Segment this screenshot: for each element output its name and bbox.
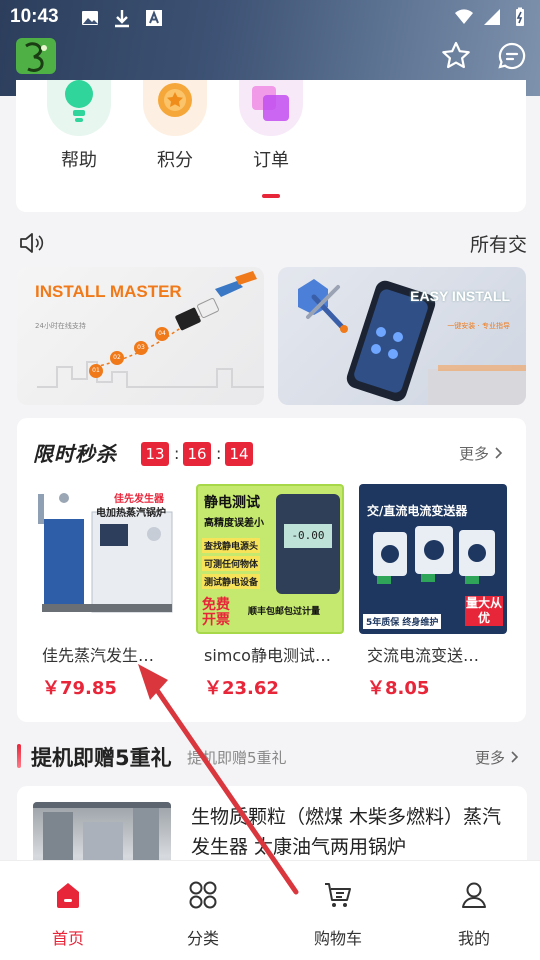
product-price: ￥23.62: [204, 678, 279, 699]
product-image-text: 测试静电设备: [202, 574, 261, 589]
product-price: ￥79.85: [42, 678, 117, 699]
timer-minutes: 16: [183, 442, 211, 466]
step-marker: 04: [155, 327, 169, 341]
product-image: 佳先发生器 电加热蒸汽锅炉: [34, 484, 182, 634]
banner-title: EASY INSTALL: [410, 288, 510, 304]
logo-mark-icon: [25, 42, 47, 72]
product-image-text: 顺丰包邮包过计量: [248, 607, 321, 617]
notice-text: 所有交: [470, 234, 528, 256]
nav-item-category[interactable]: 分类: [163, 879, 243, 949]
quick-link-label: 积分: [157, 150, 193, 171]
nav-item-cart[interactable]: 购物车: [298, 879, 378, 949]
more-label: 更多: [475, 749, 506, 767]
nav-item-home[interactable]: 首页: [28, 879, 108, 949]
download-icon: [115, 10, 129, 28]
app-logo[interactable]: [16, 38, 56, 74]
product-image: 静电测试 高精度误差小 -0.00 查找静电源头 可测任何物体 测试静电设备 免…: [196, 484, 344, 634]
flash-sale-title: 限时秒杀: [33, 442, 117, 466]
section-accent-bar: [17, 744, 21, 768]
product-image-text: 交/直流电流变送器: [367, 504, 468, 518]
timer-seconds: 14: [225, 442, 253, 466]
product-image-text: 静电测试: [204, 495, 260, 511]
nav-label: 我的: [457, 929, 490, 948]
signal-icon: [484, 9, 500, 25]
flash-sale-card: 限时秒杀 13 : 16 : 14 更多 佳先发生器 电加热蒸汽锅炉 佳先蒸汽发…: [17, 418, 526, 722]
font-icon: [146, 10, 162, 26]
order-icon: [239, 80, 303, 136]
product-image-text: 免费开票: [202, 597, 230, 628]
bottom-nav: 首页 分类 购物车 我的: [0, 860, 540, 960]
quick-links-card: 帮助 积分 订单: [16, 80, 526, 212]
speaker-icon: [20, 233, 44, 253]
product-name: simco静电测试…: [204, 646, 331, 665]
user-icon: [462, 882, 486, 908]
product-image-text: 高精度误差小: [204, 518, 264, 529]
meter-display: -0.00: [284, 524, 332, 548]
meter-device: -0.00: [276, 494, 340, 594]
step-marker: 03: [134, 341, 148, 355]
product-image-text: 5年质保 终身维护: [363, 614, 442, 629]
install-steps-graphic: [37, 271, 264, 388]
quick-link-label: 帮助: [61, 150, 97, 171]
product-card[interactable]: 静电测试 高精度误差小 -0.00 查找静电源头 可测任何物体 测试静电设备 免…: [196, 484, 344, 700]
notice-bar[interactable]: 所有交: [18, 228, 540, 258]
product-price: ￥8.05: [367, 678, 430, 699]
battery-icon: [516, 7, 524, 26]
product-image-text: 查找静电源头: [202, 538, 261, 553]
quick-link-orders[interactable]: 订单: [238, 80, 304, 172]
nav-label: 分类: [186, 929, 219, 948]
grid-icon: [189, 881, 217, 909]
timer-separator: :: [174, 444, 180, 463]
nav-item-profile[interactable]: 我的: [434, 879, 514, 949]
flash-sale-more-link[interactable]: 更多: [459, 443, 504, 464]
carousel-indicator: [262, 194, 280, 198]
gift-section-more-link[interactable]: 更多: [475, 747, 520, 768]
message-icon[interactable]: [496, 40, 528, 72]
quick-link-points[interactable]: 积分: [142, 80, 208, 172]
gift-section-header: 提机即赠5重礼 提机即赠5重礼 更多: [17, 740, 527, 776]
product-name: 佳先蒸汽发生…: [42, 646, 155, 665]
product-card[interactable]: 佳先发生器 电加热蒸汽锅炉 佳先蒸汽发生… ￥79.85: [34, 484, 182, 700]
banner-install-master[interactable]: INSTALL MASTER 24小时在线支持 01 02 03 04: [17, 267, 264, 405]
more-label: 更多: [459, 445, 490, 463]
product-image-text: 量大从优: [465, 596, 503, 626]
timer-hours: 13: [141, 442, 169, 466]
step-marker: 01: [89, 364, 103, 378]
cart-icon: [325, 883, 351, 907]
quick-link-help[interactable]: 帮助: [46, 80, 112, 172]
chevron-right-icon: [495, 447, 502, 459]
product-image-text: 可测任何物体: [202, 556, 261, 571]
status-bar: 10:43: [0, 0, 540, 36]
nav-label: 首页: [51, 929, 84, 948]
product-image-text: 电加热蒸汽锅炉: [96, 508, 166, 519]
product-card[interactable]: 交/直流电流变送器 5年质保 终身维护 量大从优 交流电流变送… ￥8.05: [359, 484, 507, 700]
nav-label: 购物车: [313, 929, 362, 948]
chevron-right-icon: [511, 751, 518, 763]
gift-item-title: 生物质颗粒（燃煤 木柴多燃料）蒸汽发生器 太康油气两用锅炉: [191, 806, 502, 858]
product-image-text: 佳先发生器: [114, 494, 164, 505]
quick-link-label: 订单: [253, 150, 289, 171]
favorite-star-icon[interactable]: [440, 40, 472, 72]
product-image: 交/直流电流变送器 5年质保 终身维护 量大从优: [359, 484, 507, 634]
gift-section-subtitle: 提机即赠5重礼: [187, 749, 287, 767]
wifi-icon: [455, 9, 473, 24]
gift-section-title: 提机即赠5重礼: [31, 746, 172, 770]
step-marker: 02: [110, 351, 124, 365]
banner-subtitle: 一键安装 · 专业指导: [447, 322, 510, 330]
gallery-icon: [82, 11, 98, 25]
status-time: 10:43: [10, 6, 59, 27]
coin-icon: [143, 80, 207, 136]
home-icon: [57, 883, 79, 908]
timer-separator: :: [216, 444, 222, 463]
product-name: 交流电流变送…: [367, 646, 480, 665]
lightbulb-icon: [47, 80, 111, 136]
banner-easy-install[interactable]: EASY INSTALL 一键安装 · 专业指导: [278, 267, 526, 405]
